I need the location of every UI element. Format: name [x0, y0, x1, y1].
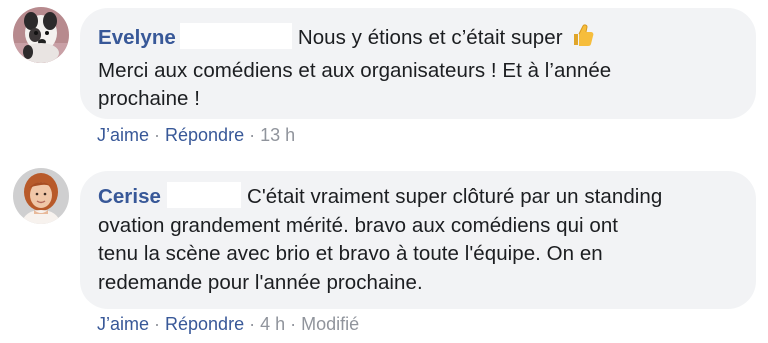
comment-line-1: Cerise C'était vraiment super clôturé par… [98, 182, 738, 212]
timestamp[interactable]: 4 h [260, 314, 285, 334]
redacted-name-block [179, 23, 292, 49]
comment-text: C'était vraiment super clôturé par un st… [246, 185, 663, 208]
like-link[interactable]: J’aime [97, 125, 149, 145]
comment-line-1: Evelyne Nous y étions et c’était super [98, 22, 738, 57]
avatar[interactable] [13, 7, 69, 63]
separator-dot: · [154, 125, 161, 145]
comment-line-2: Merci aux comédiens et aux organisateurs… [98, 58, 612, 82]
timestamp[interactable]: 13 h [260, 125, 295, 145]
separator-dot: · [249, 314, 256, 334]
like-link[interactable]: J’aime [97, 314, 149, 334]
comment-evelyne: Evelyne Nous y étions et c’était super Me… [0, 0, 768, 160]
comment-cerise: Cerise C'était vraiment super clôturé par… [0, 160, 768, 343]
separator-dot: · [154, 314, 161, 334]
edited-label[interactable]: Modifié [301, 314, 359, 334]
author-name[interactable]: Evelyne [98, 26, 176, 49]
avatar[interactable] [13, 168, 69, 224]
author-name[interactable]: Cerise [98, 185, 161, 208]
thumbs-up-icon [569, 22, 595, 57]
separator-dot: · [249, 125, 256, 145]
comment-text: Nous y étions et c’était super [297, 26, 563, 49]
comment-bubble: Evelyne Nous y étions et c’était super Me… [80, 8, 756, 119]
separator-dot: · [290, 314, 297, 334]
dog-avatar-image [13, 7, 69, 63]
comment-line-2: ovation grandement mérité. bravo aux com… [98, 213, 619, 237]
comment-line-3: prochaine ! [98, 87, 200, 110]
woman-avatar-image [13, 168, 69, 224]
reply-link[interactable]: Répondre [165, 314, 244, 334]
comment-bubble: Cerise C'était vraiment super clôturé par… [80, 171, 756, 309]
comment-actions: J’aime · Répondre · 13 h [97, 125, 295, 146]
redacted-name-block [166, 182, 241, 208]
comment-actions: J’aime · Répondre · 4 h · Modifié [97, 314, 359, 335]
comment-line-3: tenu la scène avec brio et bravo à toute… [98, 242, 603, 265]
reply-link[interactable]: Répondre [165, 125, 244, 145]
comment-line-4: redemande pour l'année prochaine. [98, 270, 423, 294]
